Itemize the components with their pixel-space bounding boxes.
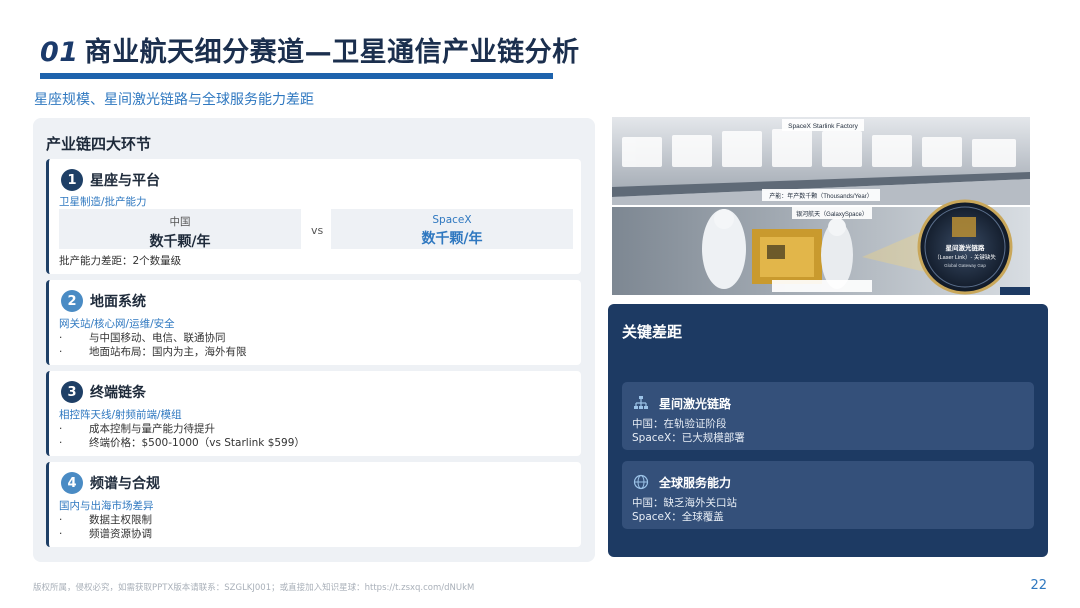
step-badge: 3: [61, 381, 83, 403]
photo-label-factory: SpaceX Starlink Factory: [788, 123, 858, 130]
card-header: 3 终端链条: [61, 381, 146, 403]
step-badge: 1: [61, 169, 83, 191]
china-capacity-box: 中国 数千颗/年: [59, 209, 301, 250]
page-number: 22: [1030, 578, 1047, 593]
panel-title: 产业链四大环节: [46, 135, 152, 153]
spacex-value: 数千颗/年: [421, 231, 483, 247]
spacex-capacity-box: SpaceX 数千颗/年: [331, 209, 573, 249]
gap-header: 全球服务能力: [632, 473, 731, 491]
step-badge: 4: [61, 472, 83, 494]
card-subtitle: 网关站/核心网/运维/安全: [59, 318, 175, 330]
gap-card-global-service: 全球服务能力 中国：缺乏海外关口站 SpaceX：全球覆盖: [622, 461, 1034, 529]
card-header: 2 地面系统: [61, 290, 146, 312]
bullet-list: · 数据主权限制 · 频谱资源协调: [59, 513, 152, 541]
photo-label-laser-1: 星间激光链路: [946, 243, 986, 252]
list-item: · 成本控制与量产能力待提升: [59, 423, 215, 435]
card-title: 频谱与合规: [90, 476, 160, 492]
card-title: 地面系统: [90, 294, 146, 310]
gap-spacex-status: SpaceX：全球覆盖: [632, 511, 724, 523]
list-item: · 频谱资源协调: [59, 528, 152, 540]
bullet-list: · 与中国移动、电信、联通协同 · 地面站布局：国内为主，海外有限: [59, 331, 247, 359]
title-underline: [40, 73, 553, 79]
chain-card-spectrum: 4 频谱与合规 国内与出海市场差异 · 数据主权限制 · 频谱资源协调: [46, 462, 581, 547]
gap-title: 全球服务能力: [659, 475, 732, 490]
vs-label: vs: [311, 224, 324, 237]
card-header: 4 频谱与合规: [61, 472, 160, 494]
photo-label-laser-3: Global Gateway Gap: [944, 263, 986, 268]
photo-label-galaxy: 银河航天（GalaxySpace）: [796, 210, 868, 218]
list-item: · 地面站布局：国内为主，海外有限: [59, 346, 247, 358]
gap-china-status: 中国：缺乏海外关口站: [632, 497, 737, 509]
photo-label-prod-thousands: 产能：年产数千颗（Thousands/Year）: [769, 192, 872, 200]
china-value: 数千颗/年: [149, 234, 211, 250]
china-label: 中国: [169, 216, 191, 228]
footer-copyright: 版权所属，侵权必究，如需获取PPTX版本请联系：SZGLKJ001；或直接加入知…: [33, 583, 475, 593]
page-title: 01 商业航天细分赛道—卫星通信产业链分析: [40, 30, 580, 69]
factory-photo: SpaceX Starlink Factory 产能：年产数千颗（Thousan…: [612, 117, 1030, 295]
chain-card-terminal: 3 终端链条 相控阵天线/射频前端/模组 · 成本控制与量产能力待提升 · 终端价格…: [46, 371, 581, 456]
card-header: 1 星座与平台: [61, 169, 160, 191]
gap-china-status: 中国：在轨验证阶段: [632, 418, 727, 430]
gap-title: 星间激光链路: [659, 396, 732, 411]
list-item: · 终端价格：$500-1000（vs Starlink $599）: [59, 437, 305, 449]
factory-illustration: SpaceX Starlink Factory 产能：年产数千颗（Thousan…: [612, 117, 1030, 295]
card-title: 星座与平台: [90, 173, 160, 189]
spacex-label: SpaceX: [432, 214, 472, 226]
globe-icon: [632, 473, 650, 491]
step-badge: 2: [61, 290, 83, 312]
gap-card-laser-link: 星间激光链路 中国：在轨验证阶段 SpaceX：已大规模部署: [622, 382, 1034, 450]
list-item: · 数据主权限制: [59, 514, 152, 526]
list-item: · 与中国移动、电信、联通协同: [59, 332, 226, 344]
card-subtitle: 卫星制造/批产能力: [59, 196, 147, 208]
card-subtitle: 国内与出海市场差异: [59, 500, 154, 512]
section-number: 01: [40, 37, 79, 68]
gap-header: 星间激光链路: [632, 394, 731, 412]
card-subtitle: 相控阵天线/射频前端/模组: [59, 409, 182, 421]
chain-card-ground: 2 地面系统 网关站/核心网/运维/安全 · 与中国移动、电信、联通协同 · 地面站…: [46, 280, 581, 365]
industry-chain-panel: 产业链四大环节 1 星座与平台 卫星制造/批产能力 中国 数千颗/年 vs Sp…: [33, 118, 595, 562]
photo-label-laser-2: （Laser Link）- 关键缺失: [934, 253, 996, 261]
capacity-gap-text: 批产能力差距：2个数量级: [59, 255, 182, 267]
bullet-list: · 成本控制与量产能力待提升 · 终端价格：$500-1000（vs Starlin…: [59, 422, 305, 450]
page-title-text: 商业航天细分赛道—卫星通信产业链分析: [84, 37, 580, 68]
page-subtitle: 星座规模、星间激光链路与全球服务能力差距: [34, 92, 314, 108]
card-title: 终端链条: [90, 385, 146, 401]
chain-card-constellation: 1 星座与平台 卫星制造/批产能力 中国 数千颗/年 vs SpaceX 数千颗…: [46, 159, 581, 274]
panel-title: 关键差距: [622, 323, 683, 341]
network-icon: [632, 394, 650, 412]
gap-spacex-status: SpaceX：已大规模部署: [632, 432, 745, 444]
key-gaps-panel: 关键差距 星间激光链路 中国：在轨验证阶段 SpaceX：已大规模部署 全球服务…: [608, 304, 1048, 557]
